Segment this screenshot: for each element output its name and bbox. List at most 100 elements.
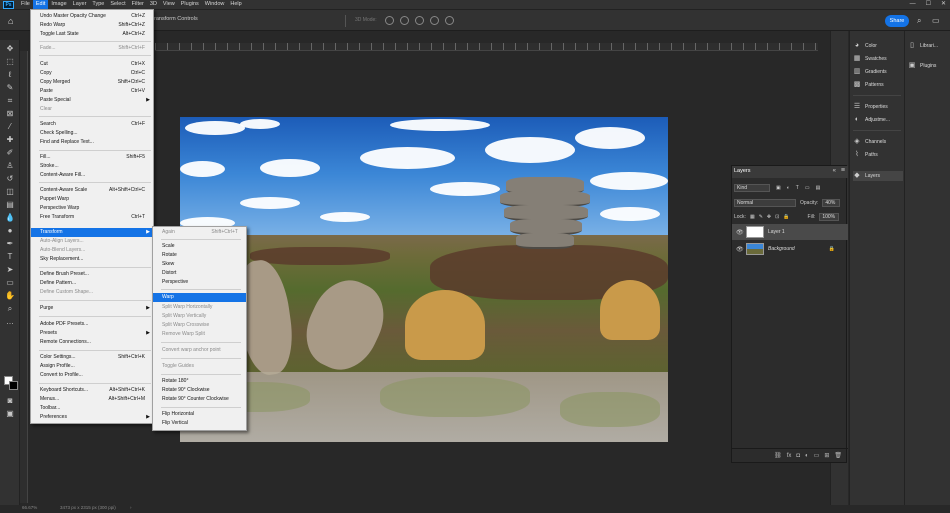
layer-style-icon[interactable]: fx [787, 453, 792, 459]
visibility-eye-icon[interactable]: 👁 [736, 229, 744, 236]
new-layer-icon[interactable]: ⊞ [824, 452, 829, 459]
new-group-icon[interactable]: ▭ [814, 452, 820, 459]
submenu-item[interactable]: Distort [153, 269, 246, 278]
filter-shape-icon[interactable]: ▭ [805, 185, 810, 191]
pen-tool-icon[interactable]: ✒ [4, 239, 16, 249]
dock-item-paths[interactable]: ⌇ Paths [853, 150, 878, 160]
menu-item[interactable]: Toggle Last State Alt+Ctrl+Z [31, 30, 153, 39]
quick-select-tool-icon[interactable]: ✎ [4, 83, 16, 93]
eraser-tool-icon[interactable]: ◫ [4, 187, 16, 197]
dodge-tool-icon[interactable]: ● [4, 226, 16, 236]
move-tool-icon[interactable]: ✥ [4, 44, 16, 54]
menu-item[interactable]: Undo Master Opacity Change Ctrl+Z [31, 12, 153, 21]
layer-row-layer-1[interactable]: 👁 Layer 1 [732, 224, 848, 240]
menu-item[interactable]: Paste Special ▶ [31, 96, 153, 105]
more-tools-icon[interactable]: … [4, 317, 16, 327]
dock-item-patterns[interactable]: ▩ Patterns [853, 80, 884, 90]
submenu-item[interactable]: Flip Horizontal [153, 410, 246, 419]
hand-tool-icon[interactable]: ✋ [4, 291, 16, 301]
fill-input[interactable]: 100% [819, 213, 840, 221]
layer-row-background[interactable]: 👁 Background 🔒 [732, 241, 848, 257]
menu-filter[interactable]: Filter [129, 0, 147, 9]
healing-brush-tool-icon[interactable]: ✚ [4, 135, 16, 145]
menu-help[interactable]: Help [227, 0, 244, 9]
menu-view[interactable]: View [160, 0, 178, 9]
blend-mode-select[interactable]: Normal [734, 199, 796, 207]
menu-item[interactable]: Fill... Shift+F5 [31, 153, 153, 162]
menu-item[interactable]: Search Ctrl+F [31, 120, 153, 129]
dock-item-adjustments[interactable]: ◐ Adjustme... [853, 115, 890, 125]
menu-item[interactable]: Assign Profile... [31, 362, 153, 371]
workspace-icon[interactable]: ▭ [932, 16, 940, 25]
menu-item[interactable]: Adobe PDF Presets... [31, 320, 153, 329]
menu-3d[interactable]: 3D [147, 0, 160, 9]
submenu-item[interactable]: Rotate 90° Counter Clockwise [153, 395, 246, 404]
dock-item-layers[interactable]: ◆ Layers [853, 171, 903, 181]
menu-item[interactable]: Content-Aware Fill... [31, 171, 153, 180]
layers-panel-header[interactable]: Layers « ≡ [732, 166, 848, 178]
dock-item-swatches[interactable]: ▦ Swatches [853, 54, 887, 64]
menu-item[interactable]: Copy Merged Shift+Ctrl+C [31, 78, 153, 87]
submenu-item[interactable]: Flip Vertical [153, 419, 246, 428]
quick-mask-icon[interactable]: ◙ [4, 396, 16, 406]
menu-item[interactable]: Copy Ctrl+C [31, 69, 153, 78]
submenu-item[interactable]: Rotate [153, 251, 246, 260]
menu-item[interactable]: Free Transform Ctrl+T [31, 213, 153, 222]
type-tool-icon[interactable]: T [4, 252, 16, 262]
submenu-item[interactable]: Rotate 90° Clockwise [153, 386, 246, 395]
search-icon[interactable]: ⌕ [917, 16, 921, 26]
transform-controls-label[interactable]: ransform Controls [154, 16, 198, 22]
menu-item[interactable]: Cut Ctrl+X [31, 60, 153, 69]
filter-kind-select[interactable]: Kind [734, 184, 770, 192]
panel-menu-icon[interactable]: ≡ [841, 167, 845, 174]
dock-item-channels[interactable]: ◈ Channels [853, 137, 886, 147]
lock-all-icon[interactable]: 🔒 [783, 214, 789, 220]
eyedropper-tool-icon[interactable]: ⁄ [4, 122, 16, 132]
lock-transparency-icon[interactable]: ▦ [750, 214, 755, 220]
menu-item[interactable]: Menus... Alt+Shift+Ctrl+M [31, 395, 153, 404]
status-arrow-icon[interactable]: › [130, 505, 132, 510]
menu-layer[interactable]: Layer [70, 0, 90, 9]
zoom-level[interactable]: 66.67% [22, 505, 37, 510]
new-adjustment-icon[interactable]: ◐ [805, 453, 809, 459]
lasso-tool-icon[interactable]: ℓ [4, 70, 16, 80]
layers-tab[interactable]: Layers [734, 168, 751, 174]
submenu-item[interactable]: Skew [153, 260, 246, 269]
lock-artboard-icon[interactable]: ⊡ [775, 214, 779, 220]
submenu-item[interactable]: Rotate 180° [153, 377, 246, 386]
crop-tool-icon[interactable]: ⌗ [4, 96, 16, 106]
zoom-tool-icon[interactable]: ⌕ [4, 304, 16, 314]
visibility-eye-icon[interactable]: 👁 [736, 246, 744, 253]
menu-item[interactable]: Keyboard Shortcuts... Alt+Shift+Ctrl+K [31, 386, 153, 395]
menu-window[interactable]: Window [202, 0, 228, 9]
brush-tool-icon[interactable]: ✐ [4, 148, 16, 158]
screen-mode-icon[interactable]: ▣ [4, 409, 16, 419]
link-layers-icon[interactable]: ⛓ [774, 452, 782, 459]
background-color-swatch[interactable] [9, 381, 18, 390]
filter-pixel-icon[interactable]: ▣ [776, 185, 781, 191]
menu-item[interactable]: Stroke... [31, 162, 153, 171]
menu-item[interactable]: Presets ▶ [31, 329, 153, 338]
layer-name[interactable]: Background [768, 246, 795, 252]
menu-item[interactable]: Toolbar... [31, 404, 153, 413]
history-brush-tool-icon[interactable]: ↺ [4, 174, 16, 184]
menu-item[interactable]: Sky Replacement... [31, 255, 153, 264]
menu-type[interactable]: Type [89, 0, 107, 9]
add-mask-icon[interactable]: ◘ [796, 453, 800, 459]
menu-plugins[interactable]: Plugins [178, 0, 202, 9]
slide-icon[interactable] [430, 16, 439, 25]
opacity-input[interactable]: 40% [822, 199, 841, 207]
menu-select[interactable]: Select [107, 0, 128, 9]
menu-item[interactable]: Remote Connections... [31, 338, 153, 347]
lock-image-icon[interactable]: ✎ [759, 214, 763, 220]
menu-file[interactable]: File [18, 0, 33, 9]
menu-item[interactable]: Content-Aware Scale Alt+Shift+Ctrl+C [31, 186, 153, 195]
orbit-icon[interactable] [385, 16, 394, 25]
dock-item-gradients[interactable]: ▥ Gradients [853, 67, 887, 77]
menu-item[interactable]: Convert to Profile... [31, 371, 153, 380]
layer-name[interactable]: Layer 1 [768, 229, 785, 235]
menu-item[interactable]: Purge ▶ [31, 304, 153, 313]
minimize-icon[interactable]: — [910, 0, 916, 9]
home-icon[interactable]: ⌂ [8, 16, 18, 26]
filter-smart-icon[interactable]: ▤ [816, 185, 821, 191]
